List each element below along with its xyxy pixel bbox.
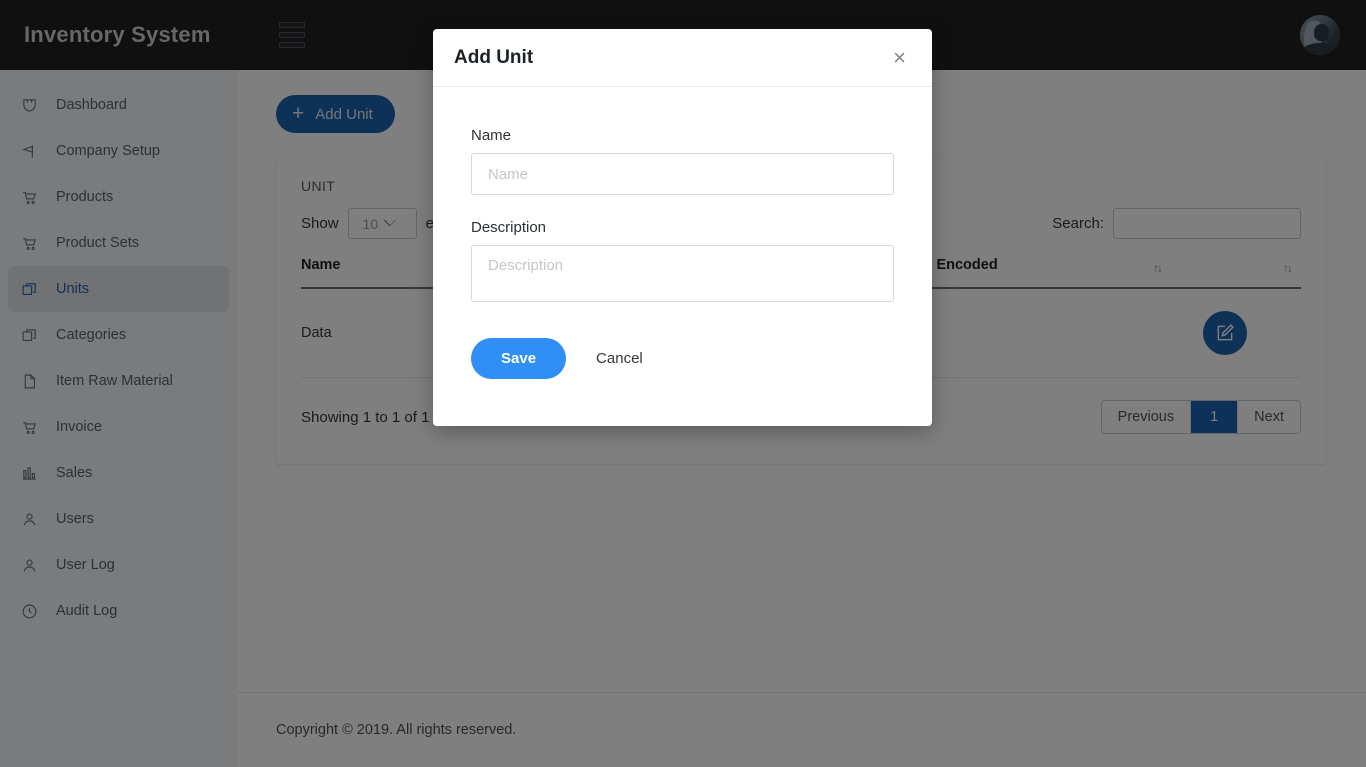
field-spacer	[471, 195, 894, 219]
cancel-button[interactable]: Cancel	[596, 350, 643, 367]
save-button[interactable]: Save	[471, 338, 567, 379]
add-unit-modal: Add Unit × Name Description Save Cancel	[433, 29, 932, 426]
description-field-label: Description	[471, 219, 547, 236]
app-root: Inventory System DashboardCompany SetupP…	[0, 0, 1366, 767]
modal-header: Add Unit ×	[433, 29, 932, 87]
name-field-label: Name	[471, 127, 512, 144]
description-input[interactable]	[471, 245, 894, 302]
modal-body: Name Description Save Cancel	[433, 87, 932, 426]
name-input[interactable]	[471, 153, 894, 195]
modal-title: Add Unit	[454, 46, 534, 68]
modal-actions: Save Cancel	[471, 307, 894, 426]
close-icon[interactable]: ×	[889, 45, 910, 71]
